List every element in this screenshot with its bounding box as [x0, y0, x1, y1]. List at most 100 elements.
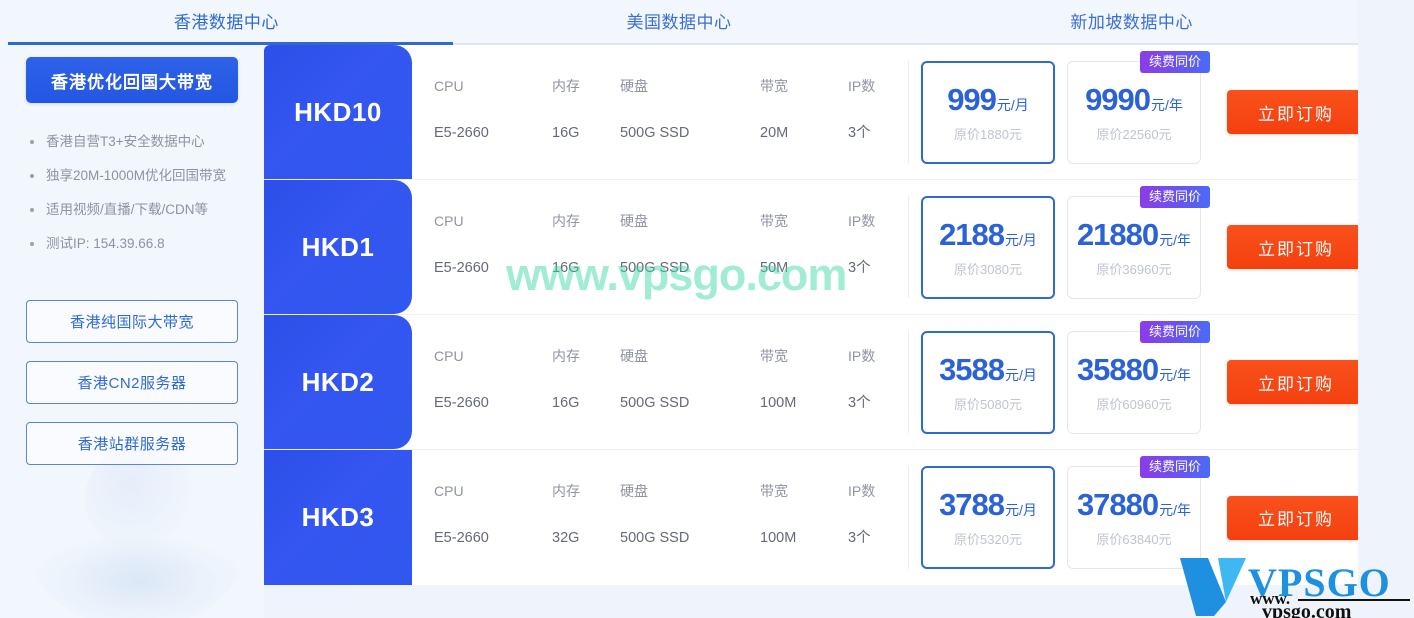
- tab-label: 香港数据中心: [173, 13, 279, 32]
- tab-hongkong[interactable]: 香港数据中心: [0, 0, 453, 45]
- spec-cpu: CPU E5-2660: [434, 480, 552, 585]
- spec-disk: 硬盘 500G SSD: [620, 75, 760, 179]
- sidebar-item-cn2[interactable]: 香港CN2服务器: [26, 361, 238, 404]
- sidebar-category-label: 香港优化回国大带宽: [51, 72, 213, 92]
- plan-specs: CPU E5-2660 内存 16G 硬盘 500G SSD 带宽 20M IP…: [412, 45, 908, 179]
- spec-header: 内存: [552, 483, 580, 499]
- spec-header: IP数: [848, 78, 876, 94]
- spec-ip: IP数 3个: [848, 480, 908, 585]
- spec-ip: IP数 3个: [848, 75, 908, 179]
- plan-specs: CPU E5-2660 内存 32G 硬盘 500G SSD 带宽 100M I…: [412, 450, 908, 585]
- plan-specs: CPU E5-2660 内存 16G 硬盘 500G SSD 带宽 50M IP…: [412, 180, 908, 314]
- price-option-monthly[interactable]: 2188 元/月 原价3080元: [921, 195, 1055, 299]
- price-amount-row: 9990 元/年: [1085, 82, 1183, 118]
- spec-value: E5-2660: [434, 260, 489, 276]
- plan-name-badge: HKD2: [264, 315, 412, 449]
- spec-value: 3个: [848, 125, 871, 141]
- list-item: 测试IP: 154.39.66.8: [26, 227, 238, 261]
- price-amount-row: 2188 元/月: [939, 217, 1037, 253]
- feature-text: 测试IP: 154.39.66.8: [46, 236, 165, 251]
- spec-header: 带宽: [760, 213, 788, 229]
- spec-bandwidth: 带宽 50M: [760, 210, 848, 314]
- price-unit: 元/年: [1159, 502, 1192, 518]
- spec-value: E5-2660: [434, 530, 489, 546]
- price-amount: 21880: [1076, 216, 1159, 252]
- price-option-monthly[interactable]: 3588 元/月 原价5080元: [921, 330, 1055, 434]
- plan-name: HKD10: [294, 96, 382, 127]
- price-option-yearly[interactable]: 续费同价 21880 元/年 原价36960元: [1067, 185, 1210, 299]
- spec-bandwidth: 带宽 100M: [760, 345, 848, 449]
- decorative-server-image: [30, 446, 245, 618]
- spec-value: E5-2660: [434, 125, 489, 141]
- spec-value: 100M: [760, 530, 797, 546]
- feature-text: 香港自营T3+安全数据中心: [46, 134, 205, 149]
- price-amount-row: 3588 元/月: [939, 352, 1037, 388]
- spec-bandwidth: 带宽 20M: [760, 75, 848, 179]
- spec-header: IP数: [848, 213, 876, 229]
- table-row: HKD3 CPU E5-2660 内存 32G 硬盘 500G SSD 带宽 1…: [264, 450, 1358, 585]
- price-option-yearly[interactable]: 续费同价 35880 元/年 原价60960元: [1067, 320, 1210, 434]
- plan-card: HKD10 CPU E5-2660 内存 16G 硬盘 500G SSD 带宽 …: [264, 45, 1358, 585]
- order-cell: 立即订购: [1201, 45, 1358, 179]
- price-option-yearly[interactable]: 续费同价 37880 元/年 原价63840元: [1067, 456, 1210, 569]
- spec-header: CPU: [434, 483, 464, 499]
- price-amount-row: 21880 元/年: [1077, 217, 1191, 253]
- price-original: 原价63840元: [1096, 532, 1172, 547]
- status-badge: 续费同价: [1139, 456, 1210, 478]
- plan-name: HKD3: [301, 502, 375, 532]
- price-option-monthly[interactable]: 3788 元/月 原价5320元: [921, 466, 1055, 569]
- price-unit: 元/年: [1151, 96, 1183, 113]
- order-button[interactable]: 立即订购: [1227, 90, 1358, 134]
- price-original: 原价60960元: [1096, 396, 1172, 412]
- price-amount-row: 999 元/月: [947, 82, 1029, 118]
- spec-header: 硬盘: [620, 348, 648, 364]
- feature-text: 独享20M-1000M优化回国带宽: [46, 168, 227, 183]
- spec-value: 3个: [848, 395, 871, 411]
- spec-value: 32G: [552, 530, 580, 546]
- price-amount: 37880: [1076, 487, 1159, 522]
- spec-header: 硬盘: [620, 483, 648, 499]
- spec-disk: 硬盘 500G SSD: [620, 480, 760, 585]
- spec-value: 50M: [760, 260, 789, 276]
- sidebar-item-zhanqun[interactable]: 香港站群服务器: [26, 422, 238, 465]
- tab-label: 美国数据中心: [626, 13, 732, 32]
- price-amount-row: 35880 元/年: [1077, 352, 1191, 388]
- table-row: HKD10 CPU E5-2660 内存 16G 硬盘 500G SSD 带宽 …: [264, 45, 1358, 180]
- list-item: 独享20M-1000M优化回国带宽: [26, 159, 238, 193]
- price-option-yearly[interactable]: 续费同价 9990 元/年 原价22560元: [1067, 50, 1210, 164]
- tab-label: 新加坡数据中心: [1070, 13, 1193, 32]
- order-button[interactable]: 立即订购: [1227, 360, 1358, 404]
- price-original: 原价1880元: [954, 126, 1022, 142]
- sidebar: 香港优化回国大带宽 香港自营T3+安全数据中心 独享20M-1000M优化回国带…: [0, 45, 264, 618]
- price-amount: 3588: [939, 351, 1005, 387]
- spec-memory: 内存 16G: [552, 75, 620, 179]
- sidebar-item-pure-international[interactable]: 香港纯国际大带宽: [26, 300, 238, 343]
- spec-header: 内存: [552, 213, 580, 229]
- spec-header: CPU: [434, 78, 464, 94]
- spec-ip: IP数 3个: [848, 210, 908, 314]
- tab-usa[interactable]: 美国数据中心: [453, 0, 906, 45]
- price-unit: 元/年: [1159, 366, 1192, 383]
- price-original: 原价5320元: [954, 532, 1022, 547]
- plan-prices: 2188 元/月 原价3080元 续费同价 21880 元/年 原价36960元: [909, 180, 1210, 314]
- spec-value: 500G SSD: [620, 395, 690, 411]
- price-original: 原价22560元: [1096, 126, 1172, 142]
- spec-value: 3个: [848, 530, 871, 546]
- plan-name: HKD2: [301, 366, 375, 397]
- datacenter-tabs: 香港数据中心 美国数据中心 新加坡数据中心: [0, 0, 1358, 45]
- sidebar-item-label: 香港纯国际大带宽: [69, 314, 194, 331]
- order-button[interactable]: 立即订购: [1227, 495, 1358, 540]
- sidebar-item-label: 香港CN2服务器: [77, 375, 187, 392]
- price-amount: 2188: [939, 216, 1005, 252]
- spec-bandwidth: 带宽 100M: [760, 480, 848, 585]
- tab-singapore[interactable]: 新加坡数据中心: [905, 0, 1358, 45]
- price-option-monthly[interactable]: 999 元/月 原价1880元: [921, 60, 1055, 164]
- sidebar-category-active[interactable]: 香港优化回国大带宽: [26, 57, 238, 103]
- price-amount: 999: [947, 81, 997, 117]
- spec-header: CPU: [434, 213, 464, 229]
- order-button[interactable]: 立即订购: [1227, 225, 1358, 269]
- price-unit: 元/年: [1159, 231, 1192, 248]
- price-unit: 元/月: [1005, 502, 1037, 518]
- spec-value: 500G SSD: [620, 530, 690, 546]
- plan-name-badge: HKD10: [264, 45, 412, 179]
